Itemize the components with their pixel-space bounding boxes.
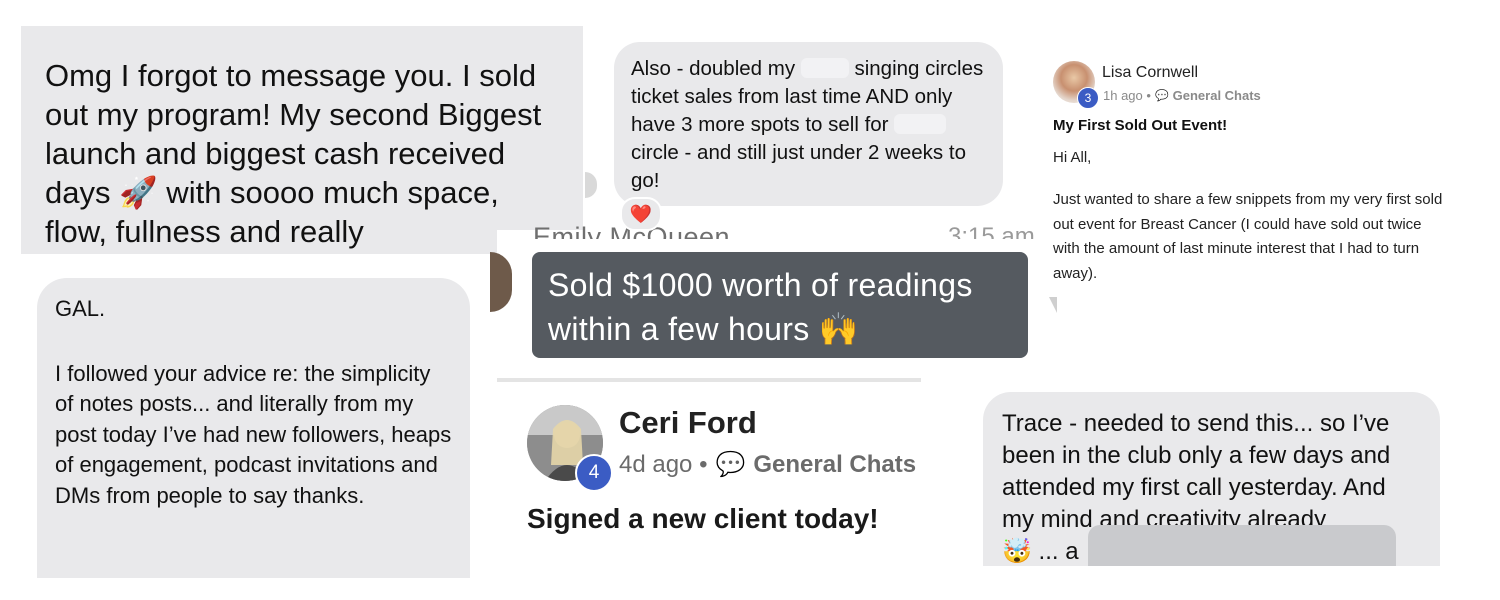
chat-bubble-icon: 💬 bbox=[1154, 90, 1169, 102]
divider bbox=[497, 378, 921, 382]
channel-link[interactable]: General Chats bbox=[753, 451, 916, 479]
message-text: I followed your advice re: the simplicit… bbox=[55, 360, 452, 508]
message-text: Trace - needed to send this... so I’ve b… bbox=[1002, 410, 1391, 533]
post-meta: 4d ago • 💬 General Chats bbox=[619, 450, 916, 479]
author-name[interactable]: Lisa Cornwell bbox=[1102, 64, 1198, 82]
level-badge: 3 bbox=[1077, 87, 1099, 109]
message-text-part: circle - and still just under 2 weeks to… bbox=[631, 141, 966, 192]
channel-link[interactable]: General Chats bbox=[1173, 88, 1261, 103]
chat-bubble-icon: 💬 bbox=[715, 451, 746, 478]
cropped-timestamp: 3:15 am bbox=[948, 223, 1035, 239]
message-greeting: GAL. bbox=[55, 296, 106, 321]
message-text: Also - doubled my singing circles ticket… bbox=[614, 42, 1003, 195]
post-body: Just wanted to share a few snippets from… bbox=[1053, 191, 1443, 282]
redaction-block bbox=[1088, 525, 1396, 566]
redacted-word bbox=[894, 114, 947, 134]
message-text-part: Also - doubled my bbox=[631, 57, 801, 80]
message-text: Sold $1000 worth of readings within a fe… bbox=[548, 267, 973, 347]
message-bubble-sold-out-program: Omg I forgot to message you. I sold out … bbox=[21, 26, 583, 254]
heart-reaction-icon: ❤️ bbox=[620, 197, 662, 231]
post-timestamp: 4d ago • bbox=[619, 450, 708, 478]
message-bubble-notes-posts: GAL. I followed your advice re: the simp… bbox=[37, 278, 470, 578]
post-meta: 1h ago • 💬 General Chats bbox=[1103, 88, 1261, 103]
author-name[interactable]: Ceri Ford bbox=[619, 405, 757, 441]
message-bubble-singing-circles: Also - doubled my singing circles ticket… bbox=[614, 42, 1003, 206]
redacted-word bbox=[800, 58, 849, 78]
post-title[interactable]: My First Sold Out Event! bbox=[1053, 117, 1227, 134]
post-title[interactable]: Signed a new client today! bbox=[527, 503, 879, 535]
level-badge: 4 bbox=[575, 454, 613, 492]
heart-icon: ❤️ bbox=[629, 203, 653, 224]
message-text: Omg I forgot to message you. I sold out … bbox=[45, 58, 542, 249]
post-timestamp: 1h ago • bbox=[1103, 88, 1151, 103]
post-greeting: Hi All, bbox=[1053, 149, 1092, 166]
cropped-avatar-fragment bbox=[585, 172, 597, 198]
message-bubble-sold-readings: Sold $1000 worth of readings within a fe… bbox=[532, 252, 1028, 358]
crop-corner bbox=[1049, 297, 1057, 313]
